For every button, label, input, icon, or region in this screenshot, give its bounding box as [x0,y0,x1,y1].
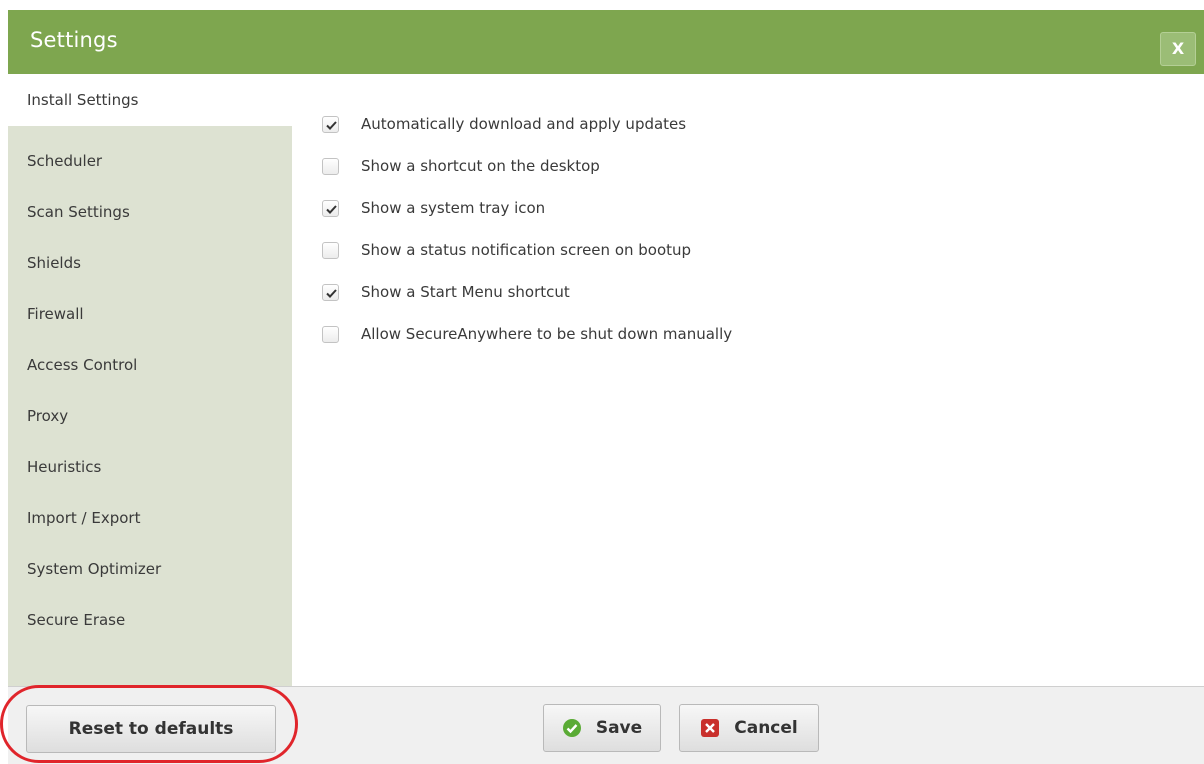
sidebar-item-label: Scheduler [27,152,103,170]
reset-to-defaults-button[interactable]: Reset to defaults [26,705,276,753]
option-label: Show a Start Menu shortcut [361,283,570,301]
sidebar-item-access-control[interactable]: Access Control [8,339,292,391]
checkbox-unchecked[interactable] [322,157,339,175]
check-circle-icon [562,719,581,737]
checkmark-icon [326,204,337,214]
option-label: Show a shortcut on the desktop [361,157,600,175]
dialog-title: Settings [30,28,118,52]
sidebar-item-label: Firewall [27,305,84,323]
checkbox-checked[interactable] [322,283,339,301]
sidebar-item-label: Install Settings [27,91,139,109]
sidebar-item-scheduler[interactable]: Scheduler [8,135,292,187]
checkbox-unchecked[interactable] [322,325,339,343]
close-button[interactable]: X [1160,32,1196,66]
sidebar-item-scan-settings[interactable]: Scan Settings [8,186,292,238]
sidebar-item-label: Import / Export [27,509,141,527]
save-button[interactable]: Save [543,704,661,752]
option-label: Allow SecureAnywhere to be shut down man… [361,325,733,343]
dialog-footer: Reset to defaults Save Cancel [8,686,1204,764]
checkmark-icon [326,120,337,130]
close-icon: X [1171,39,1185,58]
option-system-tray-icon[interactable]: Show a system tray icon [322,194,545,222]
checkmark-icon [326,288,337,298]
option-allow-shutdown[interactable]: Allow SecureAnywhere to be shut down man… [322,320,732,348]
sidebar-item-install-settings[interactable]: Install Settings [8,74,292,126]
sidebar-item-label: Proxy [27,407,69,425]
option-label: Show a system tray icon [361,199,546,217]
save-button-label: Save [595,718,643,738]
sidebar-item-label: Secure Erase [27,611,126,629]
sidebar-item-heuristics[interactable]: Heuristics [8,441,292,493]
install-settings-panel: Automatically download and apply updates… [292,74,1204,686]
reset-button-label: Reset to defaults [68,719,234,739]
checkbox-checked[interactable] [322,199,339,217]
settings-sidebar: Install Settings Scheduler Scan Settings… [8,74,292,686]
option-status-notification[interactable]: Show a status notification screen on boo… [322,236,691,264]
settings-dialog: Settings X Install Settings Scheduler Sc… [8,10,1204,764]
checkbox-checked[interactable] [322,115,339,133]
sidebar-item-secure-erase[interactable]: Secure Erase [8,594,292,646]
option-desktop-shortcut[interactable]: Show a shortcut on the desktop [322,152,600,180]
sidebar-item-firewall[interactable]: Firewall [8,288,292,340]
option-start-menu-shortcut[interactable]: Show a Start Menu shortcut [322,278,570,306]
sidebar-item-label: Shields [27,254,81,272]
title-bar: Settings X [8,10,1204,74]
option-label: Show a status notification screen on boo… [361,241,692,259]
sidebar-item-label: Heuristics [27,458,102,476]
x-square-icon [701,719,720,737]
option-label: Automatically download and apply updates [361,115,687,133]
option-auto-update[interactable]: Automatically download and apply updates [322,110,686,138]
sidebar-item-label: Access Control [27,356,138,374]
sidebar-item-shields[interactable]: Shields [8,237,292,289]
sidebar-item-system-optimizer[interactable]: System Optimizer [8,543,292,595]
cancel-button-label: Cancel [734,718,798,738]
sidebar-item-label: Scan Settings [27,203,130,221]
checkbox-unchecked[interactable] [322,241,339,259]
sidebar-item-proxy[interactable]: Proxy [8,390,292,442]
cancel-button[interactable]: Cancel [679,704,819,752]
sidebar-item-label: System Optimizer [27,560,162,578]
sidebar-item-import-export[interactable]: Import / Export [8,492,292,544]
